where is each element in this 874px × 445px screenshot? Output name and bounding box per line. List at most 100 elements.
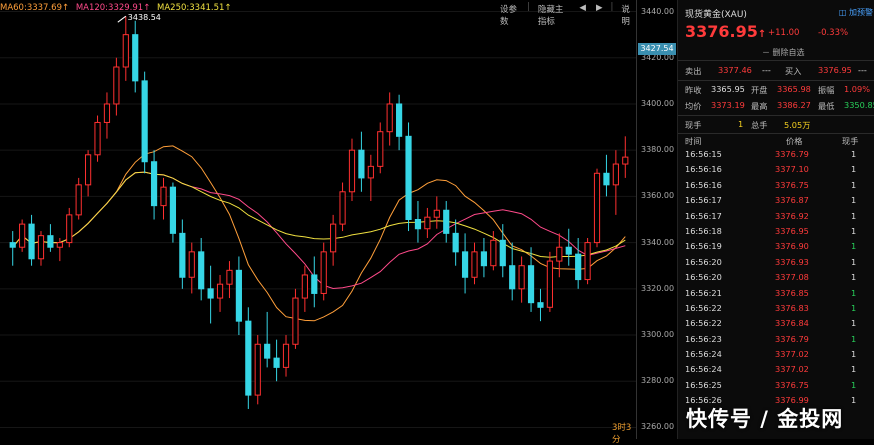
tick-price: 3376.79 (775, 149, 809, 159)
candle-body (292, 297, 299, 345)
candle-body (593, 172, 601, 244)
tick-row: 16:56:21 3376.85 1 (678, 287, 874, 302)
open-label: 开盘 (751, 85, 768, 95)
tick-list[interactable]: 16:56:15 3376.79 1 16:56:16 3377.10 1 16:56:16… (678, 148, 874, 410)
low-label: 最低 (818, 101, 835, 111)
candle-body (264, 343, 271, 359)
set-params-button[interactable]: 设参数 (498, 2, 521, 28)
price-tick-label: 3260.00 (641, 422, 675, 432)
candle-body (565, 246, 572, 255)
candle-body (226, 269, 233, 285)
col-hand: 现手 (842, 136, 859, 146)
candle-body (509, 265, 516, 290)
tick-price: 3376.85 (775, 287, 809, 298)
tick-row: 16:56:16 3376.75 1 (678, 179, 874, 194)
candle-body (537, 302, 544, 308)
remove-watchlist-button[interactable]: － 删除自选 (762, 47, 805, 58)
candle-body (433, 209, 440, 218)
candle-body (273, 357, 280, 368)
footer-watermark: 快传号 / 金投网 (686, 407, 844, 431)
candle-body (452, 232, 459, 253)
tick-volume: 1 (851, 225, 857, 236)
tick-table-header: 时间 价格 现手 (678, 134, 874, 147)
tick-row: 16:56:20 3377.08 1 (678, 271, 874, 286)
candle-body (405, 135, 412, 221)
ma120-legend: MA120:3329.91↑ (75, 3, 151, 13)
candle-body (160, 186, 167, 207)
candle-body (75, 184, 82, 216)
tick-time: 16:56:17 (685, 195, 722, 206)
tick-row: 16:56:22 3376.84 1 (678, 317, 874, 332)
add-alert-button[interactable]: ◫ 加预警 (839, 7, 873, 18)
candle-body (311, 274, 318, 294)
candle-body (28, 223, 35, 260)
candle-body (367, 165, 374, 179)
tick-time: 16:56:17 (685, 210, 722, 221)
candle-body (499, 239, 506, 267)
tick-volume: 1 (851, 241, 857, 252)
chart-toolbar: 设参数 | 隐藏主指标 ◀ ▶ | 说明 (498, 2, 636, 28)
col-price: 价格 (786, 136, 803, 146)
price-tick-label: 3320.00 (641, 283, 675, 293)
tick-row: 16:56:22 3376.83 1 (678, 302, 874, 317)
high-marker-line (117, 15, 127, 23)
hide-indicator-button[interactable]: 隐藏主指标 (536, 2, 572, 28)
high-value: 3386.27 (777, 100, 811, 110)
candle-body (546, 260, 553, 308)
tick-volume: 1 (851, 149, 857, 159)
tick-price: 3377.02 (775, 364, 809, 375)
tick-volume: 1 (851, 364, 857, 375)
tick-row: 16:56:20 3376.93 1 (678, 256, 874, 271)
up-arrow-icon: ↑ (757, 29, 767, 40)
change-absolute: +11.00 (768, 28, 800, 38)
current-hand-value: 1 (738, 119, 744, 129)
change-percent: -0.33% (818, 28, 849, 38)
tick-volume: 1 (851, 302, 857, 313)
tick-row: 16:56:24 3377.02 1 (678, 348, 874, 363)
tick-price: 3376.87 (775, 195, 809, 206)
time-label: 3时3分 (612, 423, 632, 445)
candle-body (150, 161, 158, 207)
candle-body (19, 223, 26, 248)
high-label: 最高 (751, 101, 768, 111)
price-tick-label: 3440.00 (641, 6, 675, 16)
tick-volume: 1 (851, 349, 857, 360)
open-value: 3365.98 (777, 84, 811, 94)
tick-price: 3376.95 (775, 225, 809, 236)
candle-body (358, 149, 365, 179)
candle-body (320, 251, 327, 294)
price-axis: 3440.00 3420.00 3400.00 3380.00 3360.00 3340.… (636, 0, 677, 439)
candlestick-chart[interactable]: 3438.54 MA60:3337.69↑ MA120:3329.91↑ MA2… (0, 0, 636, 445)
tick-time: 16:56:15 (685, 149, 722, 159)
candle-body (377, 131, 384, 167)
tick-time: 16:56:20 (685, 272, 722, 283)
tick-row: 16:56:25 3376.75 1 (678, 379, 874, 394)
buy-value: 3376.95 (818, 65, 852, 75)
sell-dash: --- (762, 65, 771, 75)
tick-volume: 1 (851, 179, 857, 190)
last-price-value: 3376.95 (685, 22, 758, 41)
back-arrow-icon[interactable]: ◀ (577, 2, 588, 28)
tick-time: 16:56:22 (685, 302, 722, 313)
tick-price: 3377.02 (775, 349, 809, 360)
forward-arrow-icon[interactable]: ▶ (594, 2, 605, 28)
current-price-tag: 3427.54 (638, 43, 676, 55)
candle-body (396, 103, 403, 137)
price-tick-label: 3380.00 (641, 145, 675, 155)
candle-body (245, 320, 252, 396)
tick-volume: 1 (851, 333, 857, 344)
candle-body (301, 274, 308, 299)
sell-value: 3377.46 (718, 65, 752, 75)
tick-time: 16:56:24 (685, 364, 722, 375)
buy-label: 买入 (785, 66, 802, 76)
candle-body (424, 216, 431, 230)
candle-body (216, 283, 224, 299)
candle-body (141, 80, 148, 163)
candle-body (37, 235, 45, 260)
hand-row: 现手 1 总手 5.05万 (678, 117, 874, 133)
help-button[interactable]: 说明 (619, 2, 636, 28)
tick-time: 16:56:23 (685, 333, 722, 344)
candle-body (169, 186, 177, 234)
candle-body (339, 191, 346, 225)
tick-row: 16:56:15 3376.79 1 (678, 148, 874, 163)
